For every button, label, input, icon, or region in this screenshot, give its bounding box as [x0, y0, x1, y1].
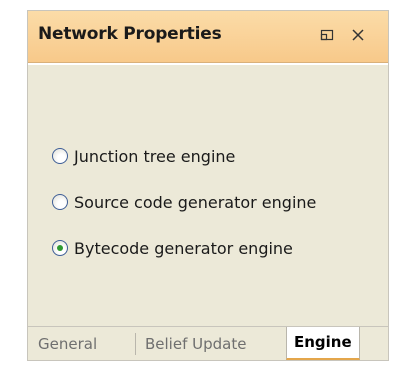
radio-label: Junction tree engine — [74, 146, 236, 166]
radio-option-junction-tree[interactable]: Junction tree engine — [52, 144, 235, 168]
tab-engine[interactable]: Engine — [286, 327, 360, 360]
panel-title: Network Properties — [38, 24, 222, 44]
radio-option-source-code-generator[interactable]: Source code generator engine — [52, 190, 316, 214]
engine-options-area: Junction tree engine Source code generat… — [28, 63, 388, 326]
radio-button[interactable] — [52, 148, 68, 164]
maximize-icon[interactable] — [319, 27, 335, 43]
radio-button-selected[interactable] — [52, 240, 68, 256]
close-icon[interactable] — [348, 25, 368, 45]
radio-option-bytecode-generator[interactable]: Bytecode generator engine — [52, 236, 293, 260]
tab-divider — [135, 333, 136, 355]
tab-bar: General Belief Update Engine — [28, 326, 388, 360]
tab-general[interactable]: General — [38, 333, 97, 355]
radio-label: Source code generator engine — [74, 192, 317, 212]
radio-button[interactable] — [52, 194, 68, 210]
radio-label: Bytecode generator engine — [74, 238, 293, 258]
panel-title-bar[interactable]: Network Properties — [28, 11, 388, 63]
network-properties-panel: Network Properties Junction tree engine … — [27, 10, 389, 361]
tab-belief-update[interactable]: Belief Update — [145, 333, 246, 355]
